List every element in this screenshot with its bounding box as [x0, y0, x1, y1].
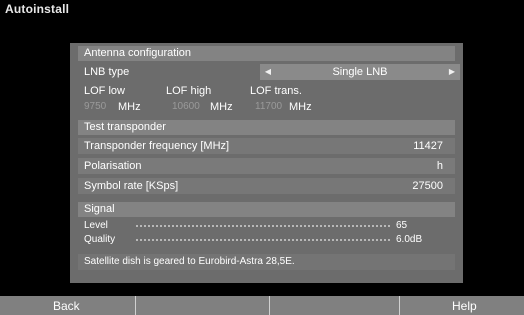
softkey-blank-2[interactable]: [136, 296, 270, 315]
arrow-left-icon[interactable]: ◀: [262, 64, 274, 80]
lof-low-value[interactable]: 9750: [84, 101, 106, 112]
lof-high-label: LOF high: [166, 85, 212, 97]
arrow-right-icon[interactable]: ▶: [446, 64, 458, 80]
transponder-frequency-row[interactable]: Transponder frequency [MHz] 11427: [78, 138, 455, 154]
lof-trans-value[interactable]: 11700: [255, 101, 282, 112]
softkey-blank-3[interactable]: [270, 296, 400, 315]
autoinstall-panel: Antenna configuration LNB type ◀ Single …: [70, 43, 463, 283]
antenna-configuration-header: Antenna configuration: [78, 46, 455, 61]
signal-header: Signal: [78, 202, 455, 217]
lof-trans-unit: MHz: [289, 101, 312, 113]
level-value: 65: [396, 220, 408, 231]
quality-value: 6.0dB: [396, 234, 423, 245]
lnb-type-label: LNB type: [84, 66, 130, 78]
app-title: Autoinstall: [5, 2, 70, 16]
symbol-rate-label: Symbol rate [KSps]: [84, 180, 179, 192]
transponder-frequency-label: Transponder frequency [MHz]: [84, 140, 230, 152]
transponder-frequency-value[interactable]: 11427: [413, 138, 443, 154]
back-button[interactable]: Back: [0, 296, 136, 315]
help-button-label: Help: [452, 299, 477, 313]
lof-low-label: LOF low: [84, 85, 125, 97]
level-meter: [136, 225, 392, 227]
polarisation-label: Polarisation: [84, 160, 142, 172]
lnb-type-value: Single LNB: [332, 66, 388, 78]
quality-label: Quality: [84, 234, 116, 245]
symbol-rate-value[interactable]: 27500: [412, 178, 443, 194]
lof-low-unit: MHz: [118, 101, 141, 113]
symbol-rate-row[interactable]: Symbol rate [KSps] 27500: [78, 178, 455, 194]
lof-high-value[interactable]: 10600: [172, 101, 200, 112]
polarisation-value[interactable]: h: [437, 158, 443, 174]
back-button-label: Back: [53, 299, 80, 313]
help-button[interactable]: Help: [400, 296, 524, 315]
lnb-type-selector[interactable]: ◀ Single LNB ▶: [260, 64, 460, 80]
screen: Antenna configuration LNB type ◀ Single …: [0, 20, 524, 296]
level-meter-row: Level 65: [78, 220, 455, 232]
quality-meter-row: Quality 6.0dB: [78, 234, 455, 246]
status-message: Satellite dish is geared to Eurobird-Ast…: [78, 254, 455, 270]
lof-high-unit: MHz: [210, 101, 233, 113]
level-label: Level: [84, 220, 108, 231]
quality-meter: [136, 239, 392, 241]
polarisation-row[interactable]: Polarisation h: [78, 158, 455, 174]
title-bar: Autoinstall: [0, 0, 524, 20]
lof-trans-label: LOF trans.: [250, 85, 302, 97]
softkey-bar: Back Help: [0, 296, 524, 315]
lnb-type-row[interactable]: LNB type ◀ Single LNB ▶: [78, 64, 460, 80]
test-transponder-header: Test transponder: [78, 120, 455, 135]
